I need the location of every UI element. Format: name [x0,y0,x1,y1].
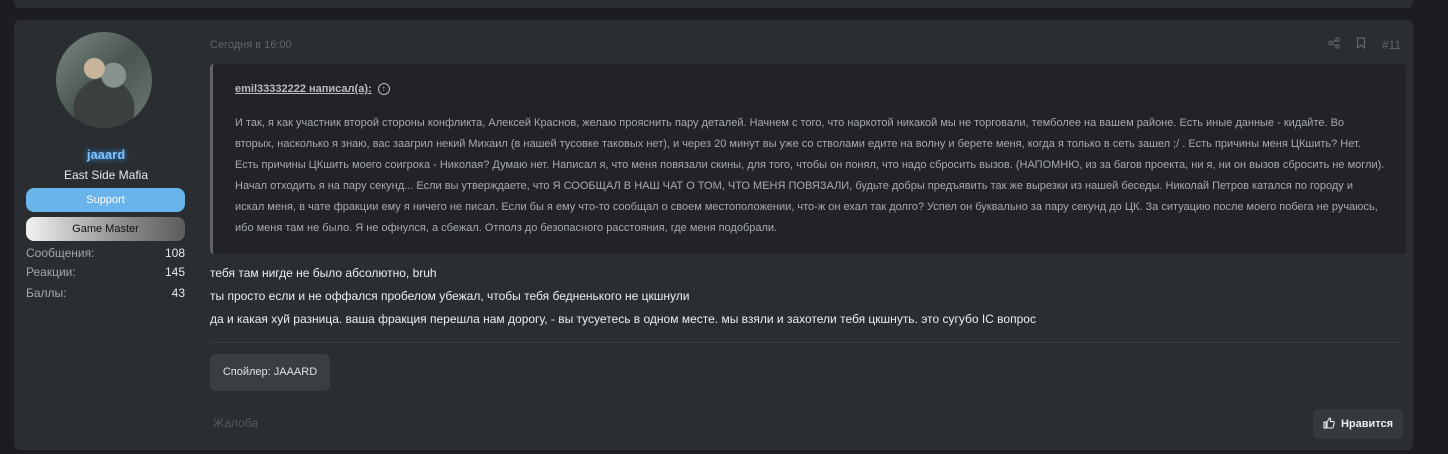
user-info: jaaard East Side Mafia Support Game Mast… [14,20,198,450]
share-icon[interactable] [1328,37,1340,52]
post-main: Сегодня в 16:00 #11 emil33332222 написал… [210,20,1406,450]
like-button[interactable]: Нравится [1313,409,1403,439]
username[interactable]: jaaard [14,147,198,162]
divider [210,342,1403,343]
thumbs-up-icon [1323,416,1335,432]
quote-block: emil33332222 написал(а): ↑ И так, я как у… [210,64,1406,254]
post-number[interactable]: #11 [1382,38,1401,52]
stat-label: Баллы: [26,286,67,300]
message-line: тебя там нигде не было абсолютно, bruh [210,266,437,280]
bookmark-icon[interactable] [1356,37,1366,52]
arrow-up-icon[interactable]: ↑ [377,83,390,95]
previous-post-edge [14,0,1413,8]
message-line: ты просто если и не оффался пробелом убе… [210,289,690,303]
avatar[interactable] [56,32,152,128]
quote-author-link[interactable]: emil33332222 написал(а): ↑ [235,83,390,95]
user-title: East Side Mafia [63,168,149,182]
post-date[interactable]: Сегодня в 16:00 [210,39,292,51]
quote-author[interactable]: emil33332222 написал(а): [235,83,372,95]
quote-text: И так, я как участник второй стороны кон… [235,117,1385,234]
like-label: Нравится [1340,418,1394,430]
stat-value: 43 [171,286,185,300]
report-link[interactable]: Жалоба [213,416,258,430]
spoiler-button[interactable]: Спойлер: JAAARD [210,354,330,391]
post-actions: #11 [1328,37,1401,52]
stat-value: 145 [164,265,185,279]
message-line: да и какая хуй разница. ваша фракция пер… [210,312,1036,326]
stat-points: Баллы: 43 [26,286,185,300]
stat-label: Сообщения: [26,246,95,260]
stat-value: 108 [164,246,185,260]
banner-game-master: Game Master [26,217,185,241]
banner-support: Support [26,188,185,212]
forum-post: jaaard East Side Mafia Support Game Mast… [14,20,1413,450]
stat-label: Реакции: [26,265,76,279]
stat-messages: Сообщения: 108 [26,246,185,260]
stat-reactions: Реакции: 145 [26,265,185,279]
